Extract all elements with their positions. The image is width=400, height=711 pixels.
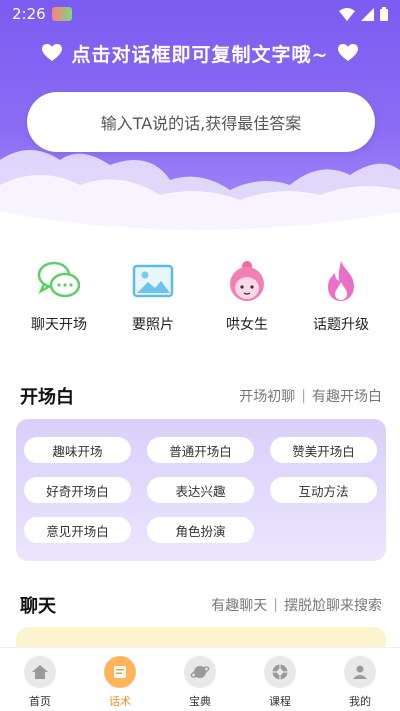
app-notification-icon — [51, 7, 72, 21]
opener-chip[interactable]: 赞美开场白 — [270, 437, 377, 463]
category-chat-opener[interactable]: 聊天开场 — [19, 258, 99, 338]
opener-chip[interactable]: 好奇开场白 — [24, 477, 131, 503]
category-row: 聊天开场 要照片 哄女生 话题升级 — [0, 258, 400, 338]
chat-section-header: 聊天 有趣聊天 | 摆脱尬聊来搜索 — [20, 592, 382, 618]
category-label: 话题升级 — [313, 317, 369, 333]
category-label: 聊天开场 — [31, 317, 87, 333]
nav-home[interactable]: 首页 — [5, 648, 75, 711]
signal-icon — [361, 7, 374, 21]
nav-label: 话术 — [109, 695, 131, 708]
nav-label: 我的 — [349, 695, 371, 708]
category-ask-photo[interactable]: 要照片 — [113, 258, 193, 338]
section-link[interactable]: 有趣开场白 — [312, 386, 382, 406]
bottom-nav: 首页 话术 宝典 课程 我的 — [0, 647, 400, 711]
nav-label: 宝典 — [189, 695, 211, 708]
section-link[interactable]: 摆脱尬聊来搜索 — [284, 595, 382, 615]
section-link[interactable]: 开场初聊 — [239, 386, 295, 406]
nav-label: 课程 — [269, 695, 291, 708]
planet-icon — [184, 656, 216, 688]
nav-profile[interactable]: 我的 — [325, 648, 395, 711]
opener-chip[interactable]: 互动方法 — [270, 477, 377, 503]
nav-course[interactable]: 课程 — [245, 648, 315, 711]
photo-icon — [132, 264, 174, 298]
section-link[interactable]: 有趣聊天 — [211, 595, 267, 615]
nav-script[interactable]: 话术 — [85, 648, 155, 711]
status-time: 2:26 — [12, 5, 46, 23]
wifi-icon — [339, 7, 355, 21]
section-title: 聊天 — [20, 596, 56, 617]
search-input[interactable]: 输入TA说的话,获得最佳答案 — [27, 92, 375, 152]
home-icon — [24, 656, 56, 688]
heart-icon — [41, 44, 62, 61]
category-topic-upgrade[interactable]: 话题升级 — [301, 258, 381, 338]
header-title-row: 点击对话框即可复制文字哦~ — [0, 38, 400, 68]
script-icon — [104, 656, 136, 688]
opener-chip[interactable]: 普通开场白 — [147, 437, 254, 463]
opener-chip[interactable]: 表达兴趣 — [147, 477, 254, 503]
opener-card: 趣味开场 普通开场白 赞美开场白 好奇开场白 表达兴趣 互动方法 意见开场白 角… — [16, 419, 386, 561]
opener-section-header: 开场白 开场初聊 | 有趣开场白 — [20, 383, 382, 409]
nav-guide[interactable]: 宝典 — [165, 648, 235, 711]
status-bar: 2:26 — [0, 0, 400, 28]
opener-chip[interactable]: 角色扮演 — [147, 517, 254, 543]
divider: | — [301, 388, 306, 404]
flame-icon — [328, 261, 354, 301]
category-coax-girl[interactable]: 哄女生 — [207, 258, 287, 338]
profile-icon — [344, 656, 376, 688]
section-title: 开场白 — [20, 387, 74, 408]
heart-icon — [338, 44, 359, 61]
search-placeholder: 输入TA说的话,获得最佳答案 — [100, 114, 302, 133]
header-banner: 2:26 点击对话框即可复制文字哦~ 输入TA说的话,获得最佳答案 — [0, 0, 400, 230]
nav-label: 首页 — [29, 695, 51, 708]
chat-bubbles-icon — [37, 261, 81, 298]
girl-face-icon — [230, 261, 264, 301]
opener-chip[interactable]: 趣味开场 — [24, 437, 131, 463]
category-label: 哄女生 — [226, 317, 268, 333]
page-title: 点击对话框即可复制文字哦~ — [71, 43, 329, 66]
category-label: 要照片 — [132, 317, 174, 333]
divider: | — [273, 597, 278, 613]
battery-icon — [380, 7, 388, 21]
opener-chip[interactable]: 意见开场白 — [24, 517, 131, 543]
course-icon — [264, 656, 296, 688]
